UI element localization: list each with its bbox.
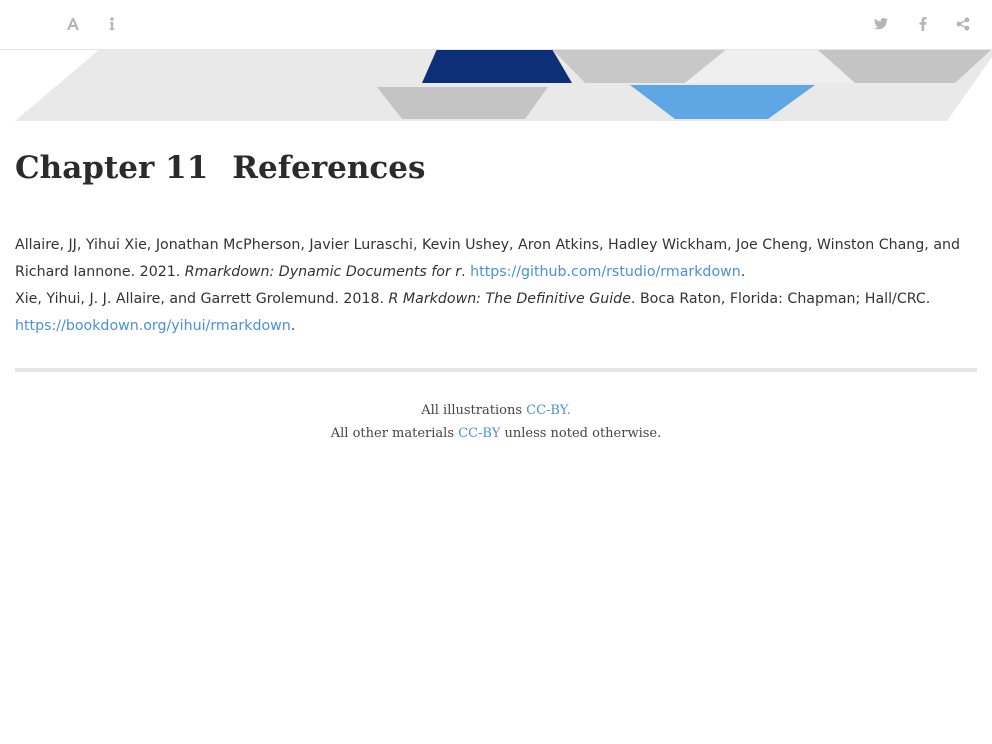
decorative-banner	[15, 49, 992, 121]
footer-text: unless noted otherwise.	[500, 426, 662, 441]
section-divider	[15, 368, 977, 372]
reference-entry: Allaire, JJ, Yihui Xie, Jonathan McPhers…	[15, 232, 977, 286]
chapter-title: References	[232, 150, 426, 186]
reference-end: .	[740, 264, 746, 280]
page-title: Chapter 11 References	[15, 150, 425, 186]
footer-text: All illustrations	[421, 403, 527, 418]
reference-publisher: Boca Raton, Florida: Chapman; Hall/CRC.	[639, 291, 931, 307]
info-icon[interactable]	[102, 14, 122, 34]
reference-separator: .	[461, 264, 471, 280]
banner-gray-shape-bottom	[377, 87, 548, 119]
reference-title: Rmarkdown: Dynamic Documents for r	[184, 264, 462, 280]
footer: All illustrations CC-BY. All other mater…	[0, 399, 992, 445]
font-settings-icon[interactable]	[63, 14, 83, 34]
footer-materials-line: All other materials CC-BY unless noted o…	[0, 422, 992, 445]
share-icon[interactable]	[953, 14, 973, 34]
twitter-icon[interactable]	[871, 14, 891, 34]
reference-list: Allaire, JJ, Yihui Xie, Jonathan McPhers…	[15, 232, 977, 340]
footer-text: All other materials	[330, 426, 459, 441]
reference-separator: .	[630, 291, 640, 307]
banner-dark-blue-shape	[422, 49, 572, 83]
reference-link[interactable]: https://bookdown.org/yihui/rmarkdown	[15, 318, 291, 334]
reference-entry: Xie, Yihui, J. J. Allaire, and Garrett G…	[15, 286, 977, 340]
facebook-icon[interactable]	[913, 14, 933, 34]
toolbar	[0, 0, 992, 50]
chapter-number: Chapter 11	[15, 150, 209, 186]
reference-link[interactable]: https://github.com/rstudio/rmarkdown	[470, 264, 741, 280]
reference-title: R Markdown: The Definitive Guide	[388, 291, 631, 307]
footer-illustrations-line: All illustrations CC-BY.	[0, 399, 992, 422]
reference-end: .	[290, 318, 296, 334]
reference-authors: Xie, Yihui, J. J. Allaire, and Garrett G…	[15, 291, 389, 307]
cc-by-illustrations-link[interactable]: CC-BY.	[526, 403, 571, 418]
cc-by-materials-link[interactable]: CC-BY	[458, 426, 500, 441]
